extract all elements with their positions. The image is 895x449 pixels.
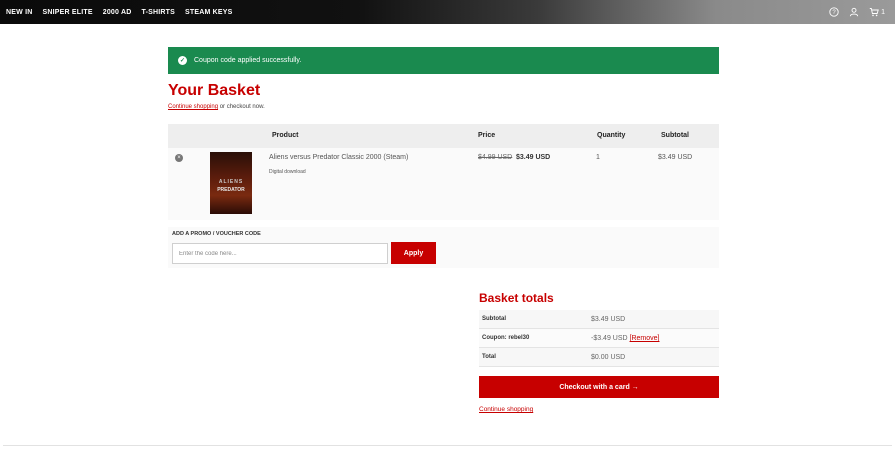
nav-item-new-in[interactable]: NEW IN — [6, 9, 32, 16]
checkout-button[interactable]: Checkout with a card → — [479, 376, 719, 398]
price-new: $3.49 USD — [516, 154, 551, 161]
quantity-value: 1 — [596, 154, 600, 161]
check-circle-icon: ✓ — [178, 56, 187, 65]
basket-totals-title: Basket totals — [479, 291, 554, 305]
continue-shopping-link[interactable]: Continue shopping — [168, 104, 218, 110]
nav-item-sniper-elite[interactable]: SNIPER ELITE — [42, 9, 92, 16]
promo-label: ADD A PROMO / VOUCHER CODE — [172, 231, 261, 237]
nav-item-steam-keys[interactable]: STEAM KEYS — [185, 9, 233, 16]
promo-code-input[interactable] — [172, 243, 388, 264]
remove-coupon-link[interactable]: [Remove] — [630, 335, 660, 342]
row-subtotal: $3.49 USD — [658, 154, 693, 161]
totals-row-total: Total $0.00 USD — [479, 348, 719, 367]
price-old: $4.99 USD — [478, 154, 513, 161]
top-nav: NEW IN SNIPER ELITE 2000 AD T-SHIRTS STE… — [0, 0, 895, 24]
totals-value-coupon: -$3.49 USD [Remove] — [591, 335, 660, 342]
header-quantity: Quantity — [597, 132, 626, 139]
totals-row-subtotal: Subtotal $3.49 USD — [479, 310, 719, 329]
success-alert: ✓ Coupon code applied successfully. — [168, 47, 719, 74]
coupon-amount: -$3.49 USD — [591, 335, 628, 342]
help-circle-icon[interactable]: ? — [829, 7, 839, 17]
header-product: Product — [272, 132, 299, 139]
user-icon[interactable] — [849, 7, 859, 17]
svg-text:?: ? — [832, 10, 836, 16]
nav-icons: ? 1 — [829, 0, 885, 24]
totals-label: Total — [482, 354, 496, 360]
header-price: Price — [478, 132, 496, 139]
apply-button[interactable]: Apply — [391, 242, 436, 264]
totals-row-coupon: Coupon: rebel30 -$3.49 USD [Remove] — [479, 329, 719, 348]
alert-message: Coupon code applied successfully. — [194, 57, 302, 64]
header-subtotal: Subtotal — [661, 132, 689, 139]
thumbnail-title-predator: PREDATOR — [217, 187, 245, 193]
totals-label: Subtotal — [482, 316, 506, 322]
thumbnail-title-aliens: ALIENS — [218, 179, 244, 185]
checkout-now-text: or checkout now. — [218, 104, 265, 110]
table-row: × ALIENS PREDATOR Aliens versus Predator… — [168, 148, 719, 220]
product-thumbnail[interactable]: ALIENS PREDATOR — [210, 152, 252, 214]
continue-shopping-link-bottom[interactable]: Continue shopping — [479, 406, 533, 413]
cart-table-header: Product Price Quantity Subtotal — [168, 124, 719, 148]
basket-subline: Continue shopping or checkout now. — [168, 104, 265, 110]
totals-value: $3.49 USD — [591, 316, 626, 323]
cart-icon[interactable]: 1 — [869, 7, 885, 17]
cart-count: 1 — [881, 8, 885, 16]
page-title: Your Basket — [168, 82, 261, 99]
totals-label: Coupon: rebel30 — [482, 335, 530, 341]
nav-item-2000-ad[interactable]: 2000 AD — [103, 9, 132, 16]
totals-value: $0.00 USD — [591, 354, 626, 361]
product-name[interactable]: Aliens versus Predator Classic 2000 (Ste… — [269, 154, 408, 161]
remove-item-icon[interactable]: × — [175, 154, 183, 162]
promo-section: ADD A PROMO / VOUCHER CODE Apply — [168, 227, 719, 268]
totals-table: Subtotal $3.49 USD Coupon: rebel30 -$3.4… — [479, 310, 719, 367]
product-meta: Digital download — [269, 169, 306, 175]
nav-item-t-shirts[interactable]: T-SHIRTS — [142, 9, 176, 16]
